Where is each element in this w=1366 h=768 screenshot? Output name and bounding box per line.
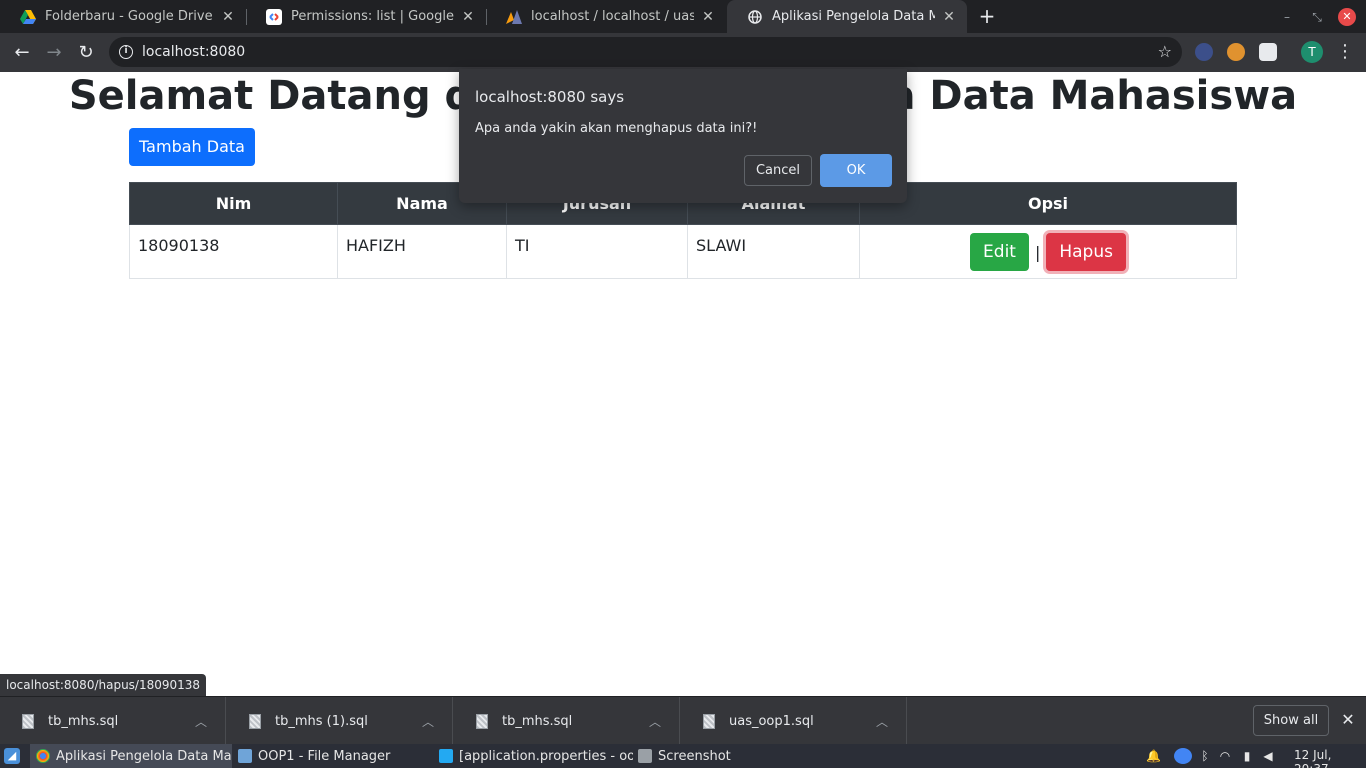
taskbar-item-label: Screenshot — [658, 748, 731, 764]
download-item[interactable]: tb_mhs.sql ︿ — [0, 697, 226, 745]
taskbar-item-vscode[interactable]: [application.properties - oop... — [433, 744, 633, 768]
add-data-button[interactable]: Tambah Data — [129, 128, 255, 166]
clock: 12 Jul, 20:37 — [1294, 748, 1332, 768]
bluetooth-icon[interactable]: ᛒ — [1198, 748, 1212, 764]
qr-code-icon[interactable] — [1259, 43, 1277, 61]
info-icon[interactable]: i — [119, 45, 133, 59]
globe-icon — [747, 9, 763, 25]
file-icon — [476, 713, 488, 729]
reload-icon[interactable]: ↻ — [75, 42, 97, 64]
google-drive-icon — [20, 9, 36, 25]
file-icon — [249, 713, 261, 729]
taskbar-item-label: Aplikasi Pengelola Data Mah... — [56, 748, 232, 764]
download-filename: tb_mhs.sql — [502, 713, 573, 729]
chrome-icon — [36, 749, 50, 763]
ok-button[interactable]: OK — [820, 154, 892, 187]
download-shelf: tb_mhs.sql ︿ tb_mhs (1).sql ︿ tb_mhs.sql… — [0, 696, 1366, 745]
taskbar-item-label: [application.properties - oop... — [459, 748, 633, 764]
taskbar-item-screenshot[interactable]: Screenshot — [632, 744, 752, 768]
taskbar-item-browser[interactable]: Aplikasi Pengelola Data Mah... — [30, 744, 232, 768]
bookmark-star-icon[interactable]: ☆ — [1158, 42, 1172, 61]
browser-toolbar: ← → ↻ i localhost:8080 ☆ T ⋮ — [0, 33, 1366, 72]
edit-button[interactable]: Edit — [970, 233, 1029, 271]
chevron-up-icon[interactable]: ︿ — [872, 713, 892, 730]
chrome-tray-icon[interactable] — [1174, 748, 1192, 764]
new-tab-button[interactable]: + — [976, 5, 998, 27]
cell-alamat: SLAWI — [687, 224, 860, 279]
chevron-up-icon[interactable]: ︿ — [645, 713, 665, 730]
download-item[interactable]: tb_mhs (1).sql ︿ — [227, 697, 453, 745]
vscode-icon — [439, 749, 453, 763]
delete-button[interactable]: Hapus — [1046, 233, 1126, 271]
tab-title: Aplikasi Pengelola Data Mahasiswa — [772, 9, 935, 24]
extension-head-icon[interactable] — [1227, 43, 1245, 61]
wifi-icon[interactable]: ◠ — [1218, 748, 1232, 764]
tab-google-drive[interactable]: Folderbaru - Google Drive ✕ — [0, 0, 246, 33]
dialog-title: localhost:8080 says — [475, 88, 625, 106]
tab-title: Folderbaru - Google Drive — [45, 9, 213, 24]
download-filename: tb_mhs.sql — [48, 713, 119, 729]
tab-title: Permissions: list | Google Drive — [291, 9, 454, 24]
cell-jurusan: TI — [506, 224, 688, 279]
folder-icon — [238, 749, 252, 763]
camera-icon — [638, 749, 652, 763]
close-icon[interactable]: ✕ — [941, 9, 957, 25]
browser-tab-strip: Folderbaru - Google Drive ✕ Permissions:… — [0, 0, 1366, 33]
close-icon[interactable]: ✕ — [220, 9, 236, 25]
download-item[interactable]: tb_mhs.sql ︿ — [454, 697, 680, 745]
google-developers-icon — [266, 8, 282, 25]
close-icon[interactable]: ✕ — [700, 9, 716, 25]
chevron-up-icon[interactable]: ︿ — [191, 713, 211, 730]
profile-avatar[interactable]: T — [1301, 41, 1323, 63]
battery-icon[interactable]: ▮ — [1240, 748, 1254, 764]
cell-nama: HAFIZH — [337, 224, 507, 279]
window-close-icon[interactable]: ✕ — [1338, 8, 1356, 26]
address-bar[interactable]: i localhost:8080 ☆ — [109, 37, 1182, 67]
download-filename: uas_oop1.sql — [729, 713, 814, 729]
chevron-up-icon[interactable]: ︿ — [418, 713, 438, 730]
close-icon[interactable]: ✕ — [460, 9, 476, 25]
volume-icon[interactable]: ◀ — [1261, 748, 1275, 764]
tab-phpmyadmin[interactable]: localhost / localhost / uas_oop1 ✕ — [486, 0, 726, 33]
notification-bell-icon[interactable]: 🔔 — [1146, 748, 1161, 764]
cell-opsi: Edit | Hapus — [859, 224, 1237, 279]
confirm-dialog: localhost:8080 says Apa anda yakin akan … — [459, 69, 907, 203]
download-filename: tb_mhs (1).sql — [275, 713, 368, 729]
minimize-icon[interactable]: – — [1278, 8, 1296, 26]
tab-title: localhost / localhost / uas_oop1 — [531, 9, 694, 24]
show-all-button[interactable]: Show all — [1253, 705, 1329, 736]
table-row: 18090138 HAFIZH TI SLAWI Edit | Hapus — [129, 224, 1237, 279]
file-icon — [703, 713, 715, 729]
url-text: localhost:8080 — [142, 44, 246, 60]
start-menu-icon[interactable]: ◢ — [4, 748, 20, 764]
back-arrow-icon[interactable]: ← — [11, 42, 33, 64]
close-icon[interactable]: ✕ — [1340, 711, 1356, 729]
cancel-button[interactable]: Cancel — [744, 155, 812, 186]
phpmyadmin-icon — [506, 9, 522, 25]
cell-nim: 18090138 — [129, 224, 338, 279]
tab-permissions[interactable]: Permissions: list | Google Drive ✕ — [246, 0, 486, 33]
download-item[interactable]: uas_oop1.sql ︿ — [681, 697, 907, 745]
forward-arrow-icon[interactable]: → — [43, 42, 65, 64]
os-taskbar: ◢ Aplikasi Pengelola Data Mah... OOP1 - … — [0, 744, 1366, 768]
restore-icon[interactable]: ⤡ — [1308, 8, 1326, 26]
action-separator: | — [1034, 242, 1041, 262]
column-header-nim: Nim — [129, 182, 338, 225]
tab-aplikasi[interactable]: Aplikasi Pengelola Data Mahasiswa ✕ — [727, 0, 967, 33]
status-bar-url: localhost:8080/hapus/18090138 — [0, 674, 207, 696]
more-menu-icon[interactable]: ⋮ — [1336, 41, 1354, 63]
dialog-message: Apa anda yakin akan menghapus data ini?! — [475, 121, 758, 136]
extension-globe-icon[interactable] — [1195, 43, 1213, 61]
file-icon — [22, 713, 34, 729]
taskbar-item-file-manager[interactable]: OOP1 - File Manager — [232, 744, 432, 768]
column-header-opsi: Opsi — [859, 182, 1237, 225]
taskbar-item-label: OOP1 - File Manager — [258, 748, 391, 764]
